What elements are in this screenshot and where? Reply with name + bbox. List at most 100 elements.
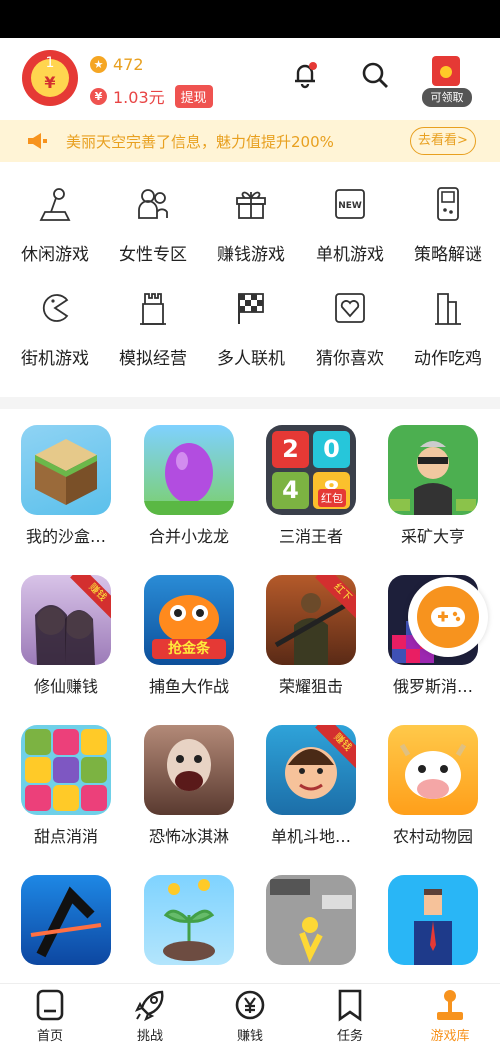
game-item[interactable] [250, 859, 372, 983]
avatar-number: 1 [45, 55, 55, 71]
game-grid: 我的沙盒… 合并小龙龙 2 0 4 8 红包 三消王者 采矿大亨 赚钱 修仙赚钱 [0, 409, 500, 983]
category-label: 策略解谜 [414, 245, 482, 265]
red-packet-tag: 红包 [318, 489, 346, 507]
category-item[interactable]: NEW 单机游戏 [300, 162, 400, 265]
horror-icecream-icon [144, 725, 234, 815]
notice-text: 美丽天空完善了信息，魅力值提升200% [66, 133, 334, 151]
game-item[interactable]: 合并小龙龙 [128, 409, 250, 559]
tile: 0 [313, 431, 350, 468]
bookmark-icon [338, 989, 362, 1022]
gameboy-icon [437, 187, 459, 221]
header: 1 ¥ ★ 472 ¥ 1.03元 提现 可领取 [0, 38, 500, 120]
joystick-icon [437, 990, 463, 1020]
tab-tasks[interactable]: 任务 [300, 984, 400, 1056]
joystick-icon [39, 188, 71, 221]
game-item[interactable]: 恐怖冰淇淋 [128, 709, 250, 859]
2048-tiles-icon: 2 0 4 8 红包 [266, 425, 356, 515]
home-icon [36, 989, 64, 1021]
game-item[interactable]: 红下 荣耀狙击 [250, 559, 372, 709]
tab-label: 首页 [36, 1029, 63, 1044]
bell-icon[interactable] [288, 58, 322, 92]
game-item[interactable]: 赚钱 修仙赚钱 [5, 559, 127, 709]
game-item[interactable] [5, 859, 127, 983]
game-name: 我的沙盒… [25, 527, 106, 546]
checkered-flag-icon [238, 293, 264, 324]
category-item[interactable]: 街机游戏 [5, 266, 105, 369]
withdraw-button[interactable]: 提现 [174, 84, 213, 108]
game-item[interactable]: 农村动物园 [372, 709, 494, 859]
game-name: 农村动物园 [392, 827, 473, 846]
megaphone-icon [28, 133, 47, 149]
game-item[interactable]: 赚钱 单机斗地… [250, 709, 372, 859]
heart-icon [335, 293, 365, 323]
game-item[interactable]: 2 0 4 8 红包 三消王者 [250, 409, 372, 559]
rocket-icon [134, 990, 164, 1022]
new-icon: NEW [335, 189, 365, 219]
city-runner-icon [266, 875, 356, 965]
svg-text:NEW: NEW [338, 201, 362, 211]
cash-amount: 1.03元 [113, 88, 165, 107]
gamepad-icon [417, 586, 479, 648]
landlord-card-icon: 赚钱 [266, 725, 356, 815]
game-item[interactable]: 采矿大亨 [372, 409, 494, 559]
coin-balance: ★ 472 [90, 55, 144, 74]
category-label: 动作吃鸡 [414, 349, 482, 369]
tab-earn[interactable]: 赚钱 [200, 984, 300, 1056]
sniper-glory-icon: 红下 [266, 575, 356, 665]
category-item[interactable]: 策略解谜 [398, 162, 498, 265]
category-label: 赚钱游戏 [217, 245, 285, 265]
notice-go-button[interactable]: 去看看> [410, 127, 476, 155]
category-label: 女性专区 [119, 245, 187, 265]
cash-balance: ¥ 1.03元 提现 [90, 84, 213, 108]
agent-boss-icon [388, 875, 478, 965]
category-label: 多人联机 [217, 349, 285, 369]
immortal-cultivation-icon: 赚钱 [21, 575, 111, 665]
tab-label: 赚钱 [236, 1029, 263, 1044]
category-item[interactable]: 赚钱游戏 [201, 162, 301, 265]
category-item[interactable]: 模拟经营 [103, 266, 203, 369]
game-name: 恐怖冰淇淋 [148, 827, 229, 846]
mining-tycoon-icon [388, 425, 478, 515]
bottom-tab-bar: 首页 挑战 赚钱 任务 游戏库 [0, 983, 500, 1056]
status-bar [0, 0, 500, 38]
coin-avatar[interactable]: 1 ¥ [22, 50, 78, 106]
tab-label: 任务 [336, 1029, 363, 1044]
women-icon [138, 189, 168, 219]
category-item[interactable]: 休闲游戏 [5, 162, 105, 265]
game-item[interactable]: 甜点消消 [5, 709, 127, 859]
category-item[interactable]: 猜你喜欢 [300, 266, 400, 369]
section-divider [0, 397, 500, 409]
category-label: 猜你喜欢 [316, 349, 384, 369]
category-item[interactable]: 多人联机 [201, 266, 301, 369]
red-packet[interactable]: 可领取 [422, 54, 472, 110]
category-label: 休闲游戏 [21, 245, 89, 265]
category-item[interactable]: 女性专区 [103, 162, 203, 265]
game-item[interactable] [372, 859, 494, 983]
tab-challenge[interactable]: 挑战 [100, 984, 200, 1056]
tab-game-library[interactable]: 游戏库 [400, 984, 500, 1056]
avatar-yen-symbol: ¥ [44, 73, 56, 92]
notice-bar: 美丽天空完善了信息，魅力值提升200% 去看看> [0, 120, 500, 162]
tile: 4 [272, 472, 309, 509]
search-icon[interactable] [358, 58, 392, 92]
game-item[interactable] [128, 859, 250, 983]
game-item[interactable]: 抢金条 捕鱼大作战 [128, 559, 250, 709]
castle-icon [140, 293, 166, 325]
game-name: 合并小龙龙 [148, 527, 229, 546]
floating-game-button[interactable] [408, 577, 488, 657]
game-name: 俄罗斯消… [392, 677, 473, 696]
tab-label: 游戏库 [430, 1029, 470, 1044]
category-label: 模拟经营 [119, 349, 187, 369]
sandbox-cube-icon [21, 425, 111, 515]
game-name: 捕鱼大作战 [148, 677, 229, 696]
tab-label: 挑战 [136, 1029, 163, 1044]
game-name: 修仙赚钱 [33, 677, 98, 696]
game-item[interactable]: 我的沙盒… [5, 409, 127, 559]
fishing-battle-icon: 抢金条 [144, 575, 234, 665]
game-name: 单机斗地… [270, 827, 351, 846]
red-packet-label: 可领取 [422, 88, 472, 107]
dessert-match-icon [21, 725, 111, 815]
game-name: 甜点消消 [33, 827, 98, 846]
tab-home[interactable]: 首页 [0, 984, 100, 1056]
category-item[interactable]: 动作吃鸡 [398, 266, 498, 369]
